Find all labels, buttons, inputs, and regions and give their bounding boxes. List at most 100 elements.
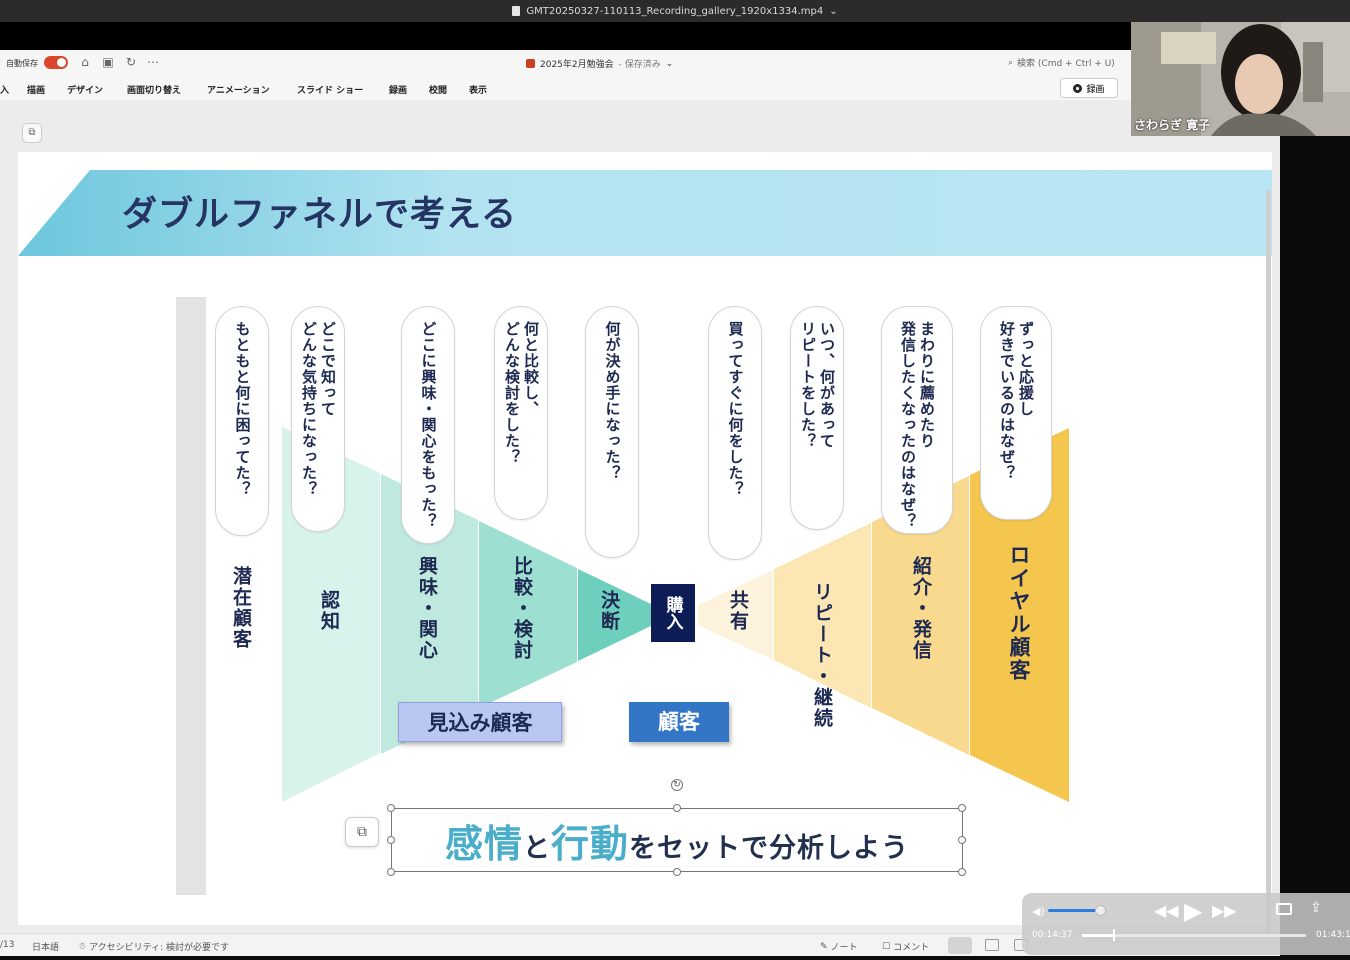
total-time: 01:43:1 [1316, 930, 1350, 940]
summary-action: 行動 [551, 821, 630, 866]
resize-handle[interactable] [673, 868, 681, 876]
player-title-bar[interactable]: GMT20250327-110113_Recording_gallery_192… [0, 0, 1350, 22]
question-text: どこに興味・関心をもった？ [419, 321, 438, 529]
search-box[interactable]: ⌕ 検索 (Cmd + Ctrl + U) [1008, 56, 1115, 70]
slide[interactable]: ダブルファネルで考える もともと何に困ってた？ どこで知って どんな気持ちになっ… [18, 152, 1272, 925]
document-title[interactable]: 2025年2月勉強会 - 保存済み ⌄ [526, 57, 673, 70]
resize-handle[interactable] [958, 868, 966, 876]
question-bubble: 買ってすぐに何をした？ [708, 306, 762, 560]
resize-handle[interactable] [958, 804, 966, 812]
record-button[interactable]: 録画 [1060, 78, 1118, 98]
customer-label-box: 顧客 [629, 702, 729, 742]
comment-icon: ☐ [882, 941, 891, 952]
doc-status: - 保存済み [618, 60, 661, 70]
play-icon[interactable]: ▶ [1184, 897, 1202, 925]
stage-loyal-customer: ロイヤル顧客 [1007, 544, 1031, 682]
question-bubble: ずっと応援し 好きでいるのはなぜ？ [980, 306, 1052, 520]
share-icon[interactable]: ⇪ [1310, 900, 1322, 916]
tab-insert[interactable]: 入 [0, 83, 9, 96]
selected-text-box[interactable]: 感情と行動をセットで分析しよう [391, 808, 963, 872]
volume-icon[interactable]: ◀) [1032, 905, 1045, 918]
question-bubble: 何が決め手になった？ [585, 306, 639, 558]
resize-handle[interactable] [958, 836, 966, 844]
timeline-progress [1082, 934, 1113, 937]
chevron-down-icon: ⌄ [665, 58, 674, 69]
tab-record[interactable]: 録画 [389, 83, 407, 96]
question-text: どこで知って どんな気持ちになった？ [300, 321, 337, 497]
resize-handle[interactable] [673, 804, 681, 812]
question-text: ずっと応援し 好きでいるのはなぜ？ [998, 321, 1035, 481]
accessibility-status[interactable]: ☃ アクセシビリティ: 検討が必要です [78, 940, 229, 954]
stage-compare: 比較・検討 [511, 556, 533, 661]
autosave-toggle[interactable] [44, 56, 68, 69]
stage-awareness: 認知 [318, 590, 340, 632]
fast-forward-icon[interactable]: ▶▶ [1212, 901, 1237, 920]
resize-handle[interactable] [387, 836, 395, 844]
redo-icon[interactable]: ↻ [124, 55, 138, 69]
volume-fill [1048, 909, 1100, 912]
resize-handle[interactable] [387, 868, 395, 876]
stage-purchase: 購入 [651, 584, 695, 642]
question-text: まわりに薦めたり 発信したくなったのはなぜ？ [899, 321, 936, 529]
summary-text: 感情と行動をセットで分析しよう [445, 813, 909, 868]
question-text: 何と比較し、 どんな検討をした？ [503, 321, 540, 465]
record-button-label: 録画 [1086, 84, 1105, 95]
notes-label: ノート [830, 943, 858, 953]
vertical-scrollbar[interactable] [1266, 190, 1271, 936]
question-text: 何が決め手になった？ [603, 321, 622, 481]
tab-slideshow[interactable]: スライド ショー [297, 83, 363, 96]
file-title: GMT20250327-110113_Recording_gallery_192… [526, 5, 824, 17]
summary-and: と [523, 832, 551, 864]
normal-view-button[interactable] [948, 937, 972, 954]
notes-button[interactable]: ✎ ノート [820, 940, 858, 954]
autosave-label: 自動保存 [6, 59, 38, 68]
stage-referral: 紹介・発信 [910, 556, 932, 661]
timeline-scrubber[interactable] [1082, 934, 1306, 937]
tab-draw[interactable]: 描画 [27, 83, 45, 96]
file-icon [512, 6, 521, 16]
tab-animations[interactable]: アニメーション [207, 83, 270, 96]
save-icon[interactable]: ▣ [101, 55, 115, 69]
doc-title-text: 2025年2月勉強会 [540, 60, 614, 70]
slide-sorter-icon[interactable] [985, 939, 999, 951]
question-bubble: どこで知って どんな気持ちになった？ [291, 306, 345, 532]
question-text: もともと何に困ってた？ [233, 321, 252, 497]
rewind-icon[interactable]: ◀◀ [1154, 901, 1179, 920]
comments-button[interactable]: ☐ コメント [882, 940, 930, 954]
comments-label: コメント [893, 943, 930, 953]
tab-transitions[interactable]: 画面切り替え [127, 83, 181, 96]
video-controls: ◀) ◀◀ ▶ ▶▶ ⇪ 00:14:37 01:43:1 [1022, 893, 1350, 955]
tab-design[interactable]: デザイン [67, 83, 103, 96]
stage-share: 共有 [727, 590, 749, 632]
resize-handle[interactable] [387, 804, 395, 812]
stage-decision: 決断 [598, 590, 620, 632]
question-bubble: どこに興味・関心をもった？ [401, 306, 455, 544]
volume-slider-knob[interactable] [1095, 905, 1106, 916]
question-bubble: 何と比較し、 どんな検討をした？ [494, 306, 548, 520]
current-time: 00:14:37 [1032, 930, 1073, 940]
powerpoint-window: 自動保存 ⌂ ▣ ↻ ⋯ 2025年2月勉強会 - 保存済み ⌄ ⌕ 検索 (C… [0, 50, 1280, 956]
stage-latent-customer: 潜在顧客 [230, 566, 252, 650]
stage-interest: 興味・関心 [416, 556, 438, 661]
accessibility-icon: ☃ [78, 941, 87, 952]
notes-icon: ✎ [820, 941, 828, 952]
copilot-icon[interactable]: ⧉ [22, 123, 42, 143]
search-placeholder: 検索 (Cmd + Ctrl + U) [1017, 59, 1115, 69]
copilot-icon[interactable]: ⧉ [345, 817, 379, 847]
more-icon[interactable]: ⋯ [146, 55, 160, 69]
timeline-playhead[interactable] [1113, 929, 1115, 941]
prospect-label-box: 見込み顧客 [398, 702, 562, 742]
question-bubble: もともと何に困ってた？ [215, 306, 269, 536]
rotate-handle-icon[interactable]: ↻ [671, 779, 683, 791]
stage-purchase-label: 購入 [662, 596, 683, 630]
summary-rest: をセットで分析しよう [629, 832, 910, 864]
tab-review[interactable]: 校閲 [429, 83, 447, 96]
question-text: いつ、何があって リピートをした？ [799, 321, 836, 449]
language[interactable]: 日本語 [32, 940, 59, 953]
powerpoint-icon [526, 59, 535, 68]
summary-emotion: 感情 [444, 821, 523, 866]
home-icon[interactable]: ⌂ [78, 55, 92, 69]
picture-in-picture-icon[interactable] [1276, 903, 1292, 915]
accessibility-text: アクセシビリティ: 検討が必要です [89, 943, 229, 953]
tab-view[interactable]: 表示 [469, 83, 487, 96]
